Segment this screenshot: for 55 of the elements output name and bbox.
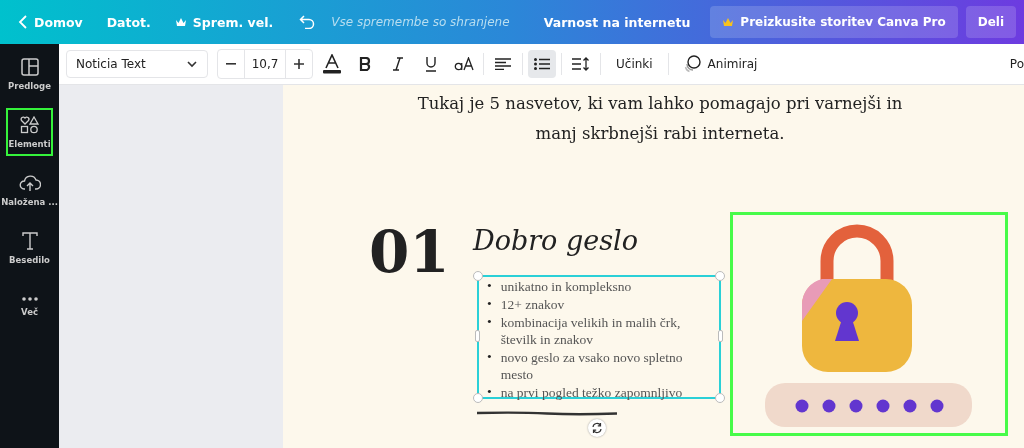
- sidebar-item[interactable]: Elementi: [6, 108, 53, 156]
- shapes-icon: [19, 115, 40, 134]
- text-icon: [21, 231, 38, 250]
- font-dropdown[interactable]: Noticia Text: [66, 50, 208, 78]
- tip-heading: Dobro geslo: [473, 225, 638, 256]
- rotate-handle[interactable]: [588, 419, 606, 437]
- save-status: Vse spremembe so shranjene: [331, 15, 510, 29]
- align-left-icon: [495, 58, 511, 70]
- side-handle[interactable]: [475, 330, 480, 342]
- undo-icon: [299, 15, 316, 29]
- bullet-item: unikatno in kompleksno: [500, 278, 632, 295]
- bullet-list-icon: [534, 58, 550, 70]
- animate-icon: [683, 55, 702, 73]
- try-pro-button[interactable]: Preizkusite storitev Canva Pro: [710, 6, 958, 38]
- italic-icon: [392, 57, 404, 71]
- plus-icon: [294, 59, 304, 69]
- bullet-mark: •: [487, 313, 492, 330]
- bullet-mark: •: [487, 277, 492, 294]
- bold-icon: [359, 57, 371, 71]
- resize-handle[interactable]: [473, 393, 483, 403]
- letter-case-icon: [454, 57, 474, 71]
- crown-icon: [174, 17, 187, 27]
- bullet-mark: •: [487, 383, 492, 400]
- underline-icon: [425, 56, 437, 72]
- more-icon: [20, 295, 39, 302]
- bullet-item: 12+ znakov: [500, 296, 565, 313]
- sidebar-item[interactable]: Predloge: [6, 50, 53, 98]
- line-spacing-icon: [572, 57, 590, 71]
- effects-button[interactable]: Učinki: [606, 50, 663, 78]
- chevron-left-icon: [18, 14, 28, 30]
- font-size-value[interactable]: 10,7: [244, 50, 286, 78]
- text-color-icon: [323, 54, 341, 74]
- sidebar-item[interactable]: Več: [6, 282, 53, 330]
- bullet-list-button[interactable]: [528, 50, 556, 78]
- bullet-mark: •: [487, 295, 492, 312]
- design-title: Varnost na internetu: [543, 14, 691, 30]
- tip-number: 01: [369, 223, 450, 281]
- intro-text: Tukaj je 5 nasvetov, ki vam lahko pomagajo pri varnejši in: [416, 93, 904, 115]
- position-button[interactable]: Po: [999, 50, 1024, 78]
- rotate-icon: [591, 422, 603, 434]
- animate-button[interactable]: Animiraj: [673, 50, 768, 78]
- resize-handle[interactable]: [715, 271, 725, 281]
- bullet-item: na prvi pogled težko zapomnljivo: [500, 384, 683, 401]
- layout-icon: [20, 57, 39, 76]
- chevron-down-icon: [186, 60, 198, 68]
- intro-text: manj skrbnejši rabi interneta.: [534, 123, 786, 145]
- minus-icon: [226, 63, 236, 65]
- cloud-upload-icon: [18, 173, 41, 192]
- resize-handle[interactable]: [473, 271, 483, 281]
- resize-handle[interactable]: [715, 393, 725, 403]
- side-handle[interactable]: [718, 330, 723, 342]
- sidebar-item[interactable]: Besedilo: [6, 224, 53, 272]
- crown-icon: [722, 17, 735, 27]
- bullet-mark: •: [487, 348, 492, 365]
- share-button[interactable]: Deli: [965, 6, 1016, 38]
